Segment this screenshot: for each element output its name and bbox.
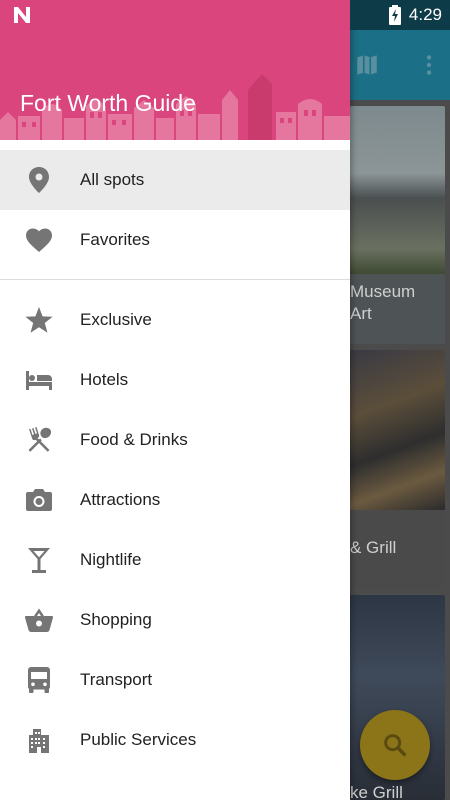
- navigation-drawer: Fort Worth Guide All spots Favorites Exc…: [0, 0, 350, 800]
- spot-card-title: & Grill: [350, 538, 397, 557]
- menu-divider: [0, 279, 350, 280]
- status-bar: 4:29: [0, 0, 450, 30]
- menu-item-attractions[interactable]: Attractions: [0, 470, 350, 530]
- menu-item-food-drinks[interactable]: Food & Drinks: [0, 410, 350, 470]
- background-app: Museum Art & Grill ke Grill: [350, 30, 450, 800]
- menu-item-label: Shopping: [80, 610, 152, 629]
- status-time: 4:29: [408, 5, 442, 24]
- menu-item-shopping[interactable]: Shopping: [0, 590, 350, 650]
- menu-item-public-services[interactable]: Public Services: [0, 710, 350, 770]
- star-icon: [24, 306, 54, 334]
- spot-card-caption: Museum Art: [350, 274, 445, 344]
- menu-item-label: Exclusive: [80, 310, 152, 329]
- search-icon: [384, 734, 407, 757]
- menu-item-label: All spots: [80, 170, 145, 189]
- status-bar-left: [0, 0, 350, 30]
- spot-card-title: ke Grill: [350, 783, 403, 800]
- menu-item-all-spots[interactable]: All spots: [0, 150, 350, 210]
- menu-item-favorites[interactable]: Favorites: [0, 210, 350, 270]
- spot-card[interactable]: Museum Art: [350, 106, 445, 344]
- fork-spoon-icon: [24, 426, 54, 454]
- heart-icon: [24, 226, 54, 254]
- spot-card-title-line2: Art: [350, 304, 372, 323]
- menu-item-label: Hotels: [80, 370, 129, 389]
- menu-item-transport[interactable]: Transport: [0, 650, 350, 710]
- app-toolbar: [350, 30, 450, 100]
- notification-n-icon: [14, 7, 30, 23]
- menu-item-label: Food & Drinks: [80, 430, 188, 449]
- spot-card-caption: & Grill: [350, 510, 445, 588]
- location-pin-icon: [24, 166, 54, 194]
- search-fab-button[interactable]: [360, 710, 430, 780]
- buildings-icon: [24, 726, 54, 754]
- menu-item-label: Favorites: [80, 230, 150, 249]
- spot-card[interactable]: & Grill: [350, 350, 445, 588]
- drawer-menu: All spots Favorites Exclusive Hotels Foo…: [0, 150, 350, 770]
- cocktail-icon: [24, 546, 54, 574]
- battery-charging-icon: [388, 5, 401, 25]
- status-bar-right: 4:29: [350, 0, 450, 30]
- menu-item-label: Public Services: [80, 730, 197, 749]
- bed-icon: [24, 366, 54, 394]
- camera-icon: [24, 486, 54, 514]
- menu-item-exclusive[interactable]: Exclusive: [0, 290, 350, 350]
- spot-card-image: [350, 106, 445, 274]
- menu-item-label: Transport: [80, 670, 153, 689]
- menu-item-hotels[interactable]: Hotels: [0, 350, 350, 410]
- map-icon[interactable]: [354, 52, 380, 78]
- bus-icon: [24, 666, 54, 694]
- menu-item-nightlife[interactable]: Nightlife: [0, 530, 350, 590]
- spot-card-image: [350, 350, 445, 510]
- menu-item-label: Nightlife: [80, 550, 142, 569]
- drawer-title: Fort Worth Guide: [20, 90, 196, 116]
- menu-item-label: Attractions: [80, 490, 161, 509]
- spot-card-title: Museum: [350, 282, 416, 301]
- more-vert-icon[interactable]: [416, 52, 442, 78]
- basket-icon: [24, 606, 54, 634]
